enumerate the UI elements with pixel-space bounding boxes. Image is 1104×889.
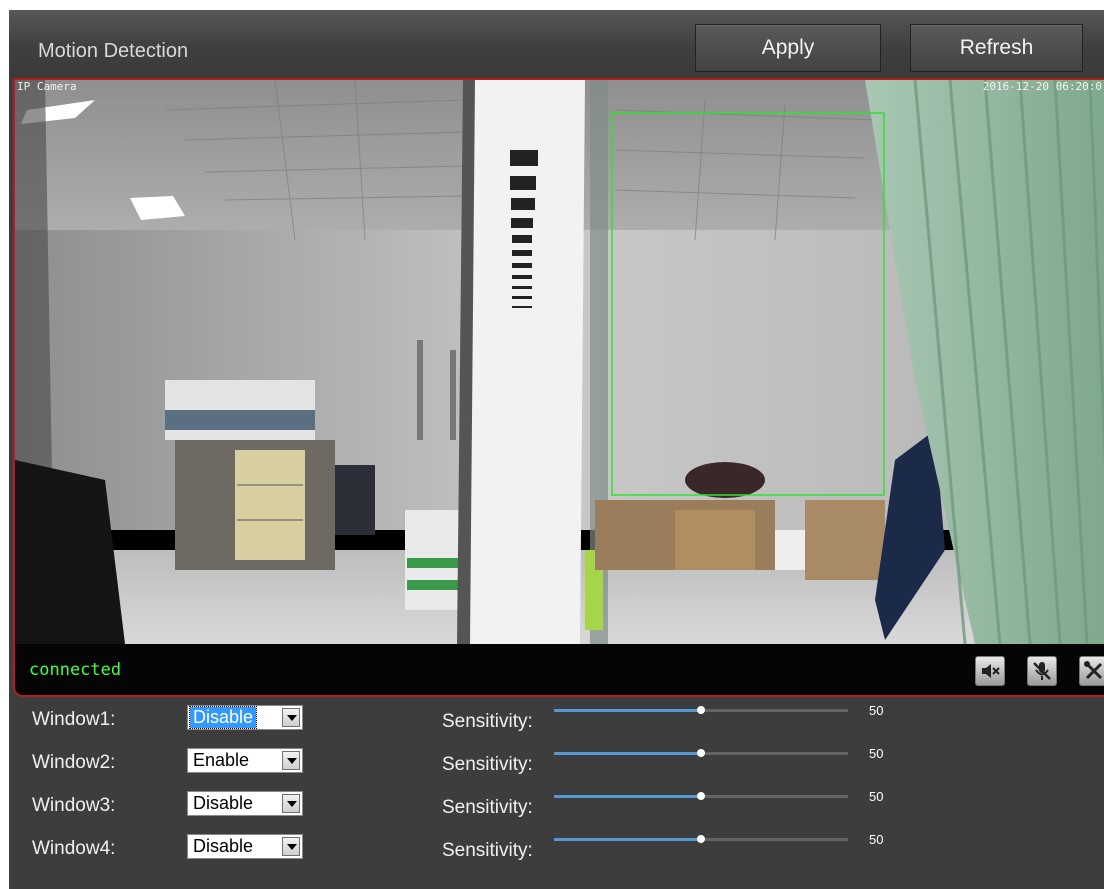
page-title: Motion Detection	[38, 40, 189, 62]
slider-thumb[interactable]	[697, 706, 705, 714]
window-row: Window4: Disable Sensitivity: 50	[9, 828, 1104, 868]
video-status-bar: connected	[15, 644, 1104, 695]
refresh-button[interactable]: Refresh	[910, 24, 1083, 72]
title-bar: Motion Detection Apply Refresh	[9, 10, 1104, 78]
sensitivity-label: Sensitivity:	[442, 711, 533, 732]
sensitivity-value: 50	[869, 789, 884, 804]
window-state-select[interactable]: Disable	[187, 705, 303, 730]
connection-status: connected	[29, 660, 122, 680]
window-state-select[interactable]: Disable	[187, 791, 303, 816]
sensitivity-label: Sensitivity:	[442, 840, 533, 861]
chevron-down-icon[interactable]	[282, 751, 300, 770]
chevron-down-icon[interactable]	[282, 794, 300, 813]
microphone-mute-button[interactable]	[1027, 656, 1057, 686]
sensitivity-value: 50	[869, 703, 884, 718]
slider-thumb[interactable]	[697, 792, 705, 800]
motion-detection-panel: Motion Detection Apply Refresh IP Camera…	[9, 10, 1104, 889]
chevron-down-icon[interactable]	[282, 837, 300, 856]
window-label: Window4:	[32, 838, 116, 859]
window-state-value: Disable	[188, 706, 258, 729]
slider-fill	[554, 838, 701, 841]
apply-button[interactable]: Apply	[695, 24, 881, 72]
window-label: Window1:	[32, 709, 116, 730]
camera-timestamp: 2016-12-20 06:20:0	[982, 80, 1102, 93]
sensitivity-value: 50	[869, 832, 884, 847]
sensitivity-slider[interactable]	[554, 791, 848, 801]
slider-fill	[554, 795, 701, 798]
slider-track	[554, 835, 848, 843]
slider-thumb[interactable]	[697, 749, 705, 757]
speaker-mute-button[interactable]	[975, 656, 1005, 686]
tools-button[interactable]	[1079, 656, 1104, 686]
window-state-value: Disable	[193, 793, 254, 813]
sensitivity-label: Sensitivity:	[442, 754, 533, 775]
chevron-down-icon[interactable]	[282, 708, 300, 727]
window-state-select[interactable]: Disable	[187, 834, 303, 859]
slider-fill	[554, 752, 701, 755]
slider-thumb[interactable]	[697, 835, 705, 843]
window-state-value: Disable	[193, 836, 254, 856]
window-label: Window3:	[32, 795, 116, 816]
window-state-select[interactable]: Enable	[187, 748, 303, 773]
sensitivity-value: 50	[869, 746, 884, 761]
sensitivity-label: Sensitivity:	[442, 797, 533, 818]
slider-fill	[554, 709, 701, 712]
slider-track	[554, 706, 848, 714]
sensitivity-slider[interactable]	[554, 834, 848, 844]
camera-feed-image	[15, 80, 1104, 644]
slider-track	[554, 792, 848, 800]
slider-track	[554, 749, 848, 757]
window-state-value: Enable	[193, 750, 250, 770]
window-row: Window1: Disable Sensitivity: 50	[9, 699, 1104, 739]
window-label: Window2:	[32, 752, 116, 773]
sensitivity-slider[interactable]	[554, 705, 848, 715]
video-preview: IP Camera 2016-12-20 06:20:0 connected	[13, 78, 1104, 697]
camera-label: IP Camera	[17, 80, 77, 93]
window-row: Window2: Enable Sensitivity: 50	[9, 742, 1104, 782]
window-row: Window3: Disable Sensitivity: 50	[9, 785, 1104, 825]
sensitivity-slider[interactable]	[554, 748, 848, 758]
